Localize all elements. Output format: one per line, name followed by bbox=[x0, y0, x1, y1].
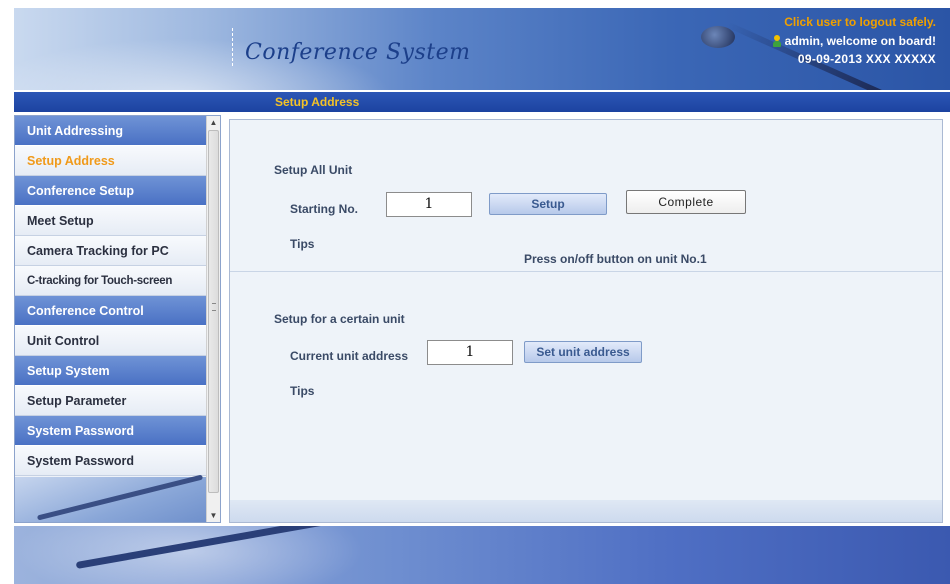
breadcrumb: Setup Address bbox=[275, 95, 360, 109]
user-icon[interactable] bbox=[772, 35, 781, 47]
starting-no-label: Starting No. bbox=[290, 202, 358, 216]
setup-all-tips-text: Press on/off button on unit No.1 bbox=[524, 252, 707, 266]
sidebar-item-setup-address[interactable]: Setup Address bbox=[15, 146, 207, 176]
setup-button[interactable]: Setup bbox=[489, 193, 607, 215]
main-panel: Setup All Unit Starting No. 1 Setup Comp… bbox=[229, 119, 943, 523]
sidebar-group-system-password[interactable]: System Password bbox=[15, 416, 207, 446]
user-welcome[interactable]: admin, welcome on board! bbox=[772, 34, 936, 48]
grip-icon bbox=[212, 303, 216, 311]
scroll-down-arrow-icon[interactable]: ▼ bbox=[207, 509, 220, 522]
setup-all-tips-label: Tips bbox=[290, 237, 315, 251]
scroll-thumb[interactable] bbox=[208, 130, 219, 493]
microphone-icon bbox=[701, 26, 735, 48]
setup-certain-tips-label: Tips bbox=[290, 384, 315, 398]
app-header: Conference System Click user to logout s… bbox=[14, 8, 950, 90]
footer-decoration bbox=[14, 526, 950, 584]
sidebar-item-c-tracking-for-touch-screen[interactable]: C-tracking for Touch-screen bbox=[15, 266, 207, 296]
complete-button[interactable]: Complete bbox=[626, 190, 746, 214]
breadcrumb-bar: Setup Address bbox=[14, 92, 950, 112]
starting-no-input[interactable]: 1 bbox=[386, 192, 472, 217]
sidebar-item-meet-setup[interactable]: Meet Setup bbox=[15, 206, 207, 236]
panel-footer bbox=[230, 500, 942, 522]
section-divider bbox=[230, 271, 942, 272]
sidebar-item-camera-tracking-for-pc[interactable]: Camera Tracking for PC bbox=[15, 236, 207, 266]
title-divider bbox=[232, 28, 233, 66]
sidebar-group-conference-setup[interactable]: Conference Setup bbox=[15, 176, 207, 206]
sidebar-menu: Unit Addressing Setup Address Conference S… bbox=[15, 116, 207, 476]
sidebar-group-unit-addressing[interactable]: Unit Addressing bbox=[15, 116, 207, 146]
logout-hint[interactable]: Click user to logout safely. bbox=[784, 15, 936, 29]
sidebar-group-conference-control[interactable]: Conference Control bbox=[15, 296, 207, 326]
setup-all-title: Setup All Unit bbox=[274, 163, 353, 177]
set-unit-address-button[interactable]: Set unit address bbox=[524, 341, 642, 363]
sidebar-decoration bbox=[15, 477, 207, 522]
scroll-up-arrow-icon[interactable]: ▲ bbox=[207, 116, 220, 129]
sidebar-scrollbar[interactable]: ▲ ▼ bbox=[206, 116, 220, 522]
current-address-label: Current unit address bbox=[290, 349, 409, 363]
current-address-input[interactable]: 1 bbox=[427, 340, 513, 365]
welcome-text[interactable]: admin, welcome on board! bbox=[785, 34, 936, 48]
datetime-display: 09-09-2013 XXX XXXXX bbox=[797, 52, 936, 66]
sidebar-item-unit-control[interactable]: Unit Control bbox=[15, 326, 207, 356]
sidebar-item-system-password[interactable]: System Password bbox=[15, 446, 207, 476]
footer-glow bbox=[14, 526, 364, 584]
app-title: Conference System bbox=[245, 40, 471, 65]
sidebar-group-setup-system[interactable]: Setup System bbox=[15, 356, 207, 386]
sidebar: Unit Addressing Setup Address Conference S… bbox=[14, 115, 221, 523]
setup-certain-title: Setup for a certain unit bbox=[274, 312, 405, 326]
sidebar-item-setup-parameter[interactable]: Setup Parameter bbox=[15, 386, 207, 416]
